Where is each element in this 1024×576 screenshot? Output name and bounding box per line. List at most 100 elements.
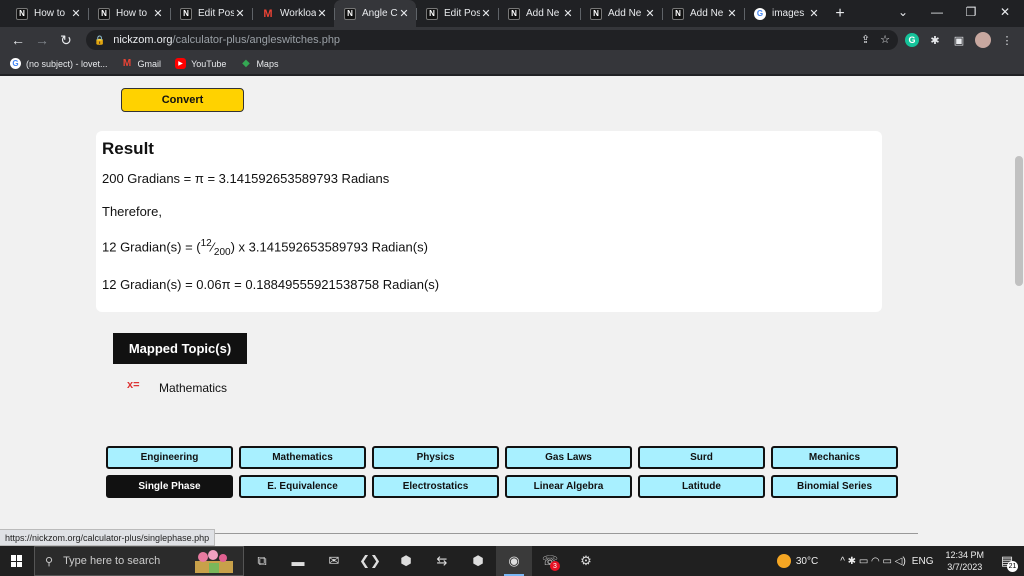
- tab-list: NHow to✕NHow to✕NEdit Post✕MWorkload✕NAn…: [0, 0, 826, 27]
- forward-button[interactable]: →: [30, 28, 54, 52]
- grammarly-icon[interactable]: G: [905, 33, 919, 47]
- result-therefore: Therefore,: [102, 204, 162, 219]
- category-button[interactable]: Binomial Series: [771, 475, 898, 498]
- tray-icons[interactable]: ^ ✱ ▭ ◠ ▭ ◁): [840, 556, 906, 567]
- taskbar-app-button[interactable]: ❮❯: [352, 546, 388, 576]
- close-tab-icon[interactable]: ✕: [234, 7, 246, 20]
- reload-icon: ↻: [60, 31, 72, 48]
- tab-label: Add Ne: [608, 8, 642, 19]
- notification-button[interactable]: ▤ 21: [996, 550, 1018, 572]
- bookmark-item[interactable]: ▶ YouTube: [175, 58, 226, 69]
- clock-time: 12:34 PM: [945, 550, 984, 560]
- bookmark-star-icon[interactable]: ☆: [880, 33, 890, 46]
- close-tab-icon[interactable]: ✕: [152, 7, 164, 20]
- taskbar-app-button[interactable]: ⚙: [568, 546, 604, 576]
- close-tab-icon[interactable]: ✕: [480, 7, 492, 20]
- tab-label: Add Ne: [690, 8, 724, 19]
- site-favicon-icon: N: [508, 7, 520, 20]
- taskbar-app-button[interactable]: ⬢: [460, 546, 496, 576]
- browser-tab[interactable]: N Angle Co✕: [334, 0, 416, 27]
- category-button[interactable]: Surd: [638, 446, 765, 469]
- back-button[interactable]: ←: [6, 28, 30, 52]
- browser-tab[interactable]: Gimages ✕: [744, 0, 826, 27]
- result-line-3-suffix: ) x 3.141592653589793 Radian(s): [230, 239, 428, 255]
- language-indicator[interactable]: ENG: [912, 556, 934, 567]
- close-tab-icon[interactable]: ✕: [644, 7, 656, 20]
- category-button[interactable]: Physics: [372, 446, 499, 469]
- browser-tab[interactable]: N How to ✕: [88, 0, 170, 27]
- taskbar-app-button[interactable]: ✉: [316, 546, 352, 576]
- vscode-icon: ❮❯: [359, 553, 381, 568]
- share-icon[interactable]: ⇪: [861, 33, 870, 46]
- restore-button[interactable]: ❐: [954, 0, 988, 24]
- weather-widget[interactable]: 30°C: [776, 554, 818, 568]
- taskbar-app-button[interactable]: ⇆: [424, 546, 460, 576]
- browser-tab[interactable]: N Add Ne ✕: [580, 0, 662, 27]
- extensions-puzzle-icon[interactable]: ✱: [926, 31, 944, 49]
- browser-tab[interactable]: M Workload✕: [252, 0, 334, 27]
- category-button[interactable]: Electrostatics: [372, 475, 499, 498]
- category-button[interactable]: Engineering: [106, 446, 233, 469]
- side-panel-icon[interactable]: ▣: [950, 31, 968, 49]
- bookmark-item[interactable]: G (no subject) - lovet...: [10, 58, 108, 69]
- mail-icon: ✉: [328, 553, 340, 568]
- topic-link-mathematics[interactable]: Mathematics: [159, 381, 227, 395]
- bookmark-item[interactable]: ◆ Maps: [240, 58, 278, 69]
- search-icon: ⚲: [45, 555, 54, 568]
- page-scrollbar[interactable]: [1014, 76, 1024, 546]
- taskbar-app-button[interactable]: ◉: [496, 546, 532, 576]
- address-bar[interactable]: 🔒 nickzom.org /calculator-plus/angleswit…: [86, 30, 898, 50]
- convert-button[interactable]: Convert: [121, 88, 244, 112]
- bookmark-item[interactable]: M Gmail: [122, 58, 162, 69]
- category-button[interactable]: E. Equivalence: [239, 475, 366, 498]
- taskbar-app-button[interactable]: ▬: [280, 546, 316, 576]
- close-tab-icon[interactable]: ✕: [808, 7, 820, 20]
- start-button[interactable]: [0, 546, 34, 576]
- category-button[interactable]: Latitude: [638, 475, 765, 498]
- close-tab-icon[interactable]: ✕: [316, 7, 328, 20]
- bookmark-label: Gmail: [137, 58, 162, 69]
- scrollbar-thumb[interactable]: [1015, 156, 1023, 286]
- category-grid: Engineering Mathematics Physics Gas Laws Sur…: [106, 446, 898, 498]
- site-favicon-icon: N: [344, 7, 356, 20]
- browser-tab[interactable]: N Edit Post✕: [170, 0, 252, 27]
- browser-tab[interactable]: N Add Ne ✕: [662, 0, 744, 27]
- close-tab-icon[interactable]: ✕: [398, 7, 410, 20]
- tab-search-button[interactable]: ⌄: [886, 0, 920, 24]
- browser-tab[interactable]: N Add Ne ✕: [498, 0, 580, 27]
- lock-icon: 🔒: [94, 34, 106, 45]
- site-favicon-icon: N: [180, 7, 192, 20]
- bookmark-label: YouTube: [191, 58, 227, 69]
- browser-tab[interactable]: N How to ✕: [6, 0, 88, 27]
- page-viewport: Convert Result 200 Gradians = π = 3.1415…: [0, 76, 1024, 546]
- category-button[interactable]: Gas Laws: [505, 446, 632, 469]
- minimize-button[interactable]: —: [920, 0, 954, 24]
- browser-menu-icon[interactable]: ⋮: [998, 31, 1016, 49]
- windows-taskbar: ⚲ Type here to search ⧉ ▬ ✉ ❮❯ ⬢ ⇆ ⬢ ◉ ☏ 3 ⚙ 30°C …: [0, 546, 1024, 576]
- result-line-3-prefix: 12 Gradian(s) = (: [102, 239, 201, 255]
- category-button[interactable]: Single Phase: [106, 475, 233, 498]
- gmail-favicon-icon: M: [263, 7, 273, 20]
- tab-label: Edit Post: [198, 8, 234, 19]
- close-tab-icon[interactable]: ✕: [70, 7, 82, 20]
- taskbar-app-button[interactable]: ⬢: [388, 546, 424, 576]
- clock-date: 3/7/2023: [947, 562, 983, 572]
- taskbar-app-button[interactable]: ☏ 3: [532, 546, 568, 576]
- taskbar-app-button[interactable]: ⧉: [244, 546, 280, 576]
- close-tab-icon[interactable]: ✕: [726, 7, 738, 20]
- app-badge: 3: [550, 561, 560, 571]
- category-button[interactable]: Mechanics: [771, 446, 898, 469]
- system-tray: 30°C ^ ✱ ▭ ◠ ▭ ◁) ENG 12:34 PM 3/7/2023 …: [776, 546, 1024, 576]
- reload-button[interactable]: ↻: [54, 28, 78, 52]
- clock[interactable]: 12:34 PM 3/7/2023: [945, 549, 984, 573]
- close-tab-icon[interactable]: ✕: [562, 7, 574, 20]
- mathematics-icon: x=: [127, 379, 140, 391]
- close-window-button[interactable]: ✕: [988, 0, 1022, 24]
- profile-avatar[interactable]: [975, 32, 991, 48]
- category-button[interactable]: Linear Algebra: [505, 475, 632, 498]
- new-tab-button[interactable]: +: [826, 0, 854, 27]
- url-host: nickzom.org: [113, 34, 173, 46]
- browser-tab[interactable]: N Edit Post✕: [416, 0, 498, 27]
- taskbar-search[interactable]: ⚲ Type here to search: [34, 546, 244, 576]
- category-button[interactable]: Mathematics: [239, 446, 366, 469]
